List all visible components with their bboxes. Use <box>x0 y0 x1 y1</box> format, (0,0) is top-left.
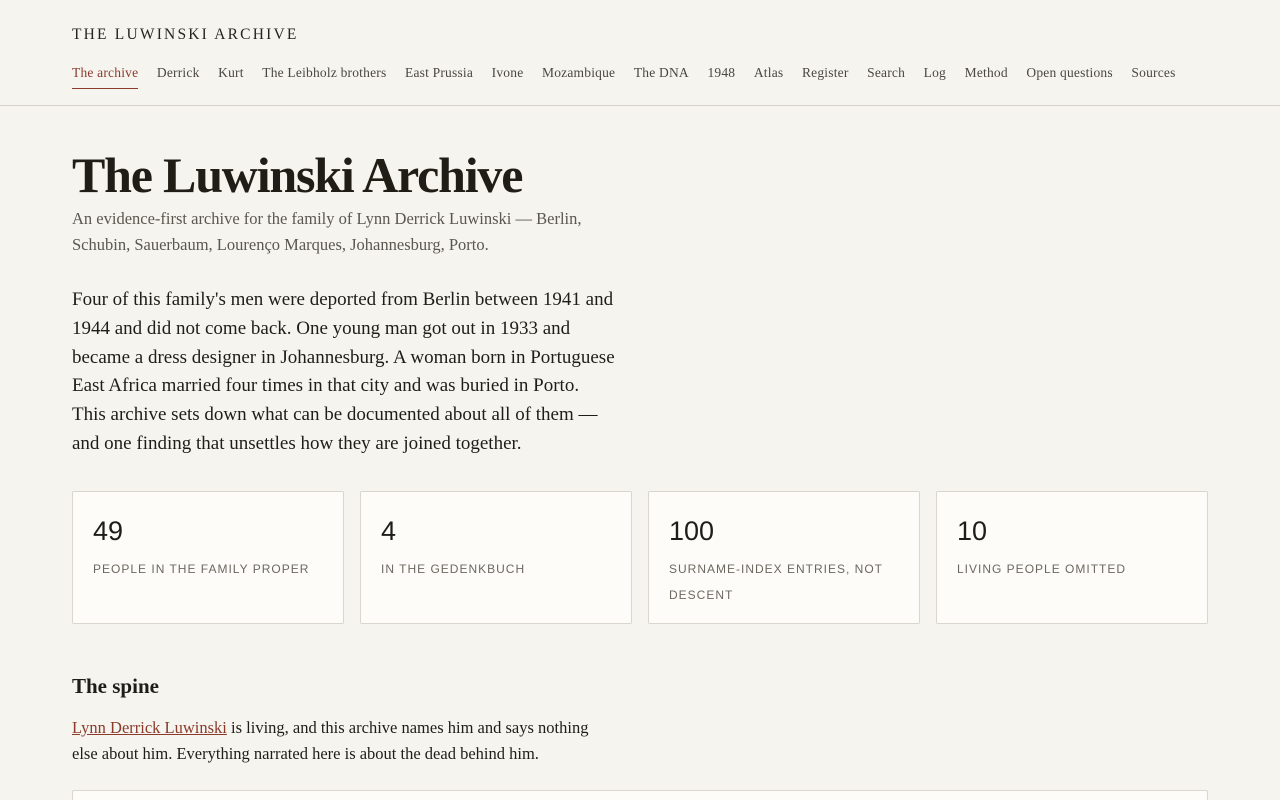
nav-item-open-questions[interactable]: Open questions <box>1026 64 1112 89</box>
nav-item-derrick[interactable]: Derrick <box>157 64 200 89</box>
nav-item-leibholz-brothers[interactable]: The Leibholz brothers <box>262 64 386 89</box>
nav-item-east-prussia[interactable]: East Prussia <box>405 64 473 89</box>
stat-card-surname-index: 100 SURNAME-INDEX ENTRIES, NOT DESCENT <box>648 491 920 624</box>
main-nav: The archive Derrick Kurt The Leibholz br… <box>72 64 1194 89</box>
stats-row: 49 PEOPLE IN THE FAMILY PROPER 4 IN THE … <box>72 491 1208 624</box>
nav-item-register[interactable]: Register <box>802 64 849 89</box>
stat-label: SURNAME-INDEX ENTRIES, NOT DESCENT <box>669 562 883 602</box>
nav-item-log[interactable]: Log <box>924 64 946 89</box>
stat-label: LIVING PEOPLE OMITTED <box>957 562 1127 576</box>
content-card <box>72 790 1208 800</box>
stat-value: 49 <box>93 516 124 546</box>
nav-item-method[interactable]: Method <box>965 64 1008 89</box>
stat-label: PEOPLE IN THE FAMILY PROPER <box>93 562 310 576</box>
stat-card-gedenkbuch: 4 IN THE GEDENKBUCH <box>360 491 632 624</box>
page-subtitle: An evidence-first archive for the family… <box>72 209 582 254</box>
nav-item-mozambique[interactable]: Mozambique <box>542 64 615 89</box>
nav-item-search[interactable]: Search <box>867 64 905 89</box>
nav-item-the-archive[interactable]: The archive <box>72 64 139 89</box>
stat-card-living-omitted: 10 LIVING PEOPLE OMITTED <box>936 491 1208 624</box>
lead-paragraph: Four of this family's men were deported … <box>72 289 615 454</box>
nav-item-ivone[interactable]: Ivone <box>492 64 524 89</box>
person-link-lynn-derrick-luwinski[interactable]: Lynn Derrick Luwinski <box>72 718 227 737</box>
nav-item-kurt[interactable]: Kurt <box>218 64 244 89</box>
spine-paragraph: Lynn Derrick Luwinski is living, and thi… <box>72 715 617 767</box>
page-title: The Luwinski Archive <box>72 147 523 203</box>
stat-value: 10 <box>957 516 988 546</box>
site-title[interactable]: THE LUWINSKI ARCHIVE <box>72 26 299 44</box>
stat-card-family: 49 PEOPLE IN THE FAMILY PROPER <box>72 491 344 624</box>
nav-item-1948[interactable]: 1948 <box>707 64 735 89</box>
nav-item-atlas[interactable]: Atlas <box>754 64 784 89</box>
site-header: THE LUWINSKI ARCHIVE The archive Derrick… <box>0 0 1280 106</box>
section-title-spine: The spine <box>72 674 159 698</box>
nav-item-sources[interactable]: Sources <box>1131 64 1175 89</box>
stat-label: IN THE GEDENKBUCH <box>381 562 526 576</box>
stat-value: 100 <box>669 516 715 546</box>
stat-value: 4 <box>381 516 397 546</box>
nav-item-the-dna[interactable]: The DNA <box>634 64 689 89</box>
